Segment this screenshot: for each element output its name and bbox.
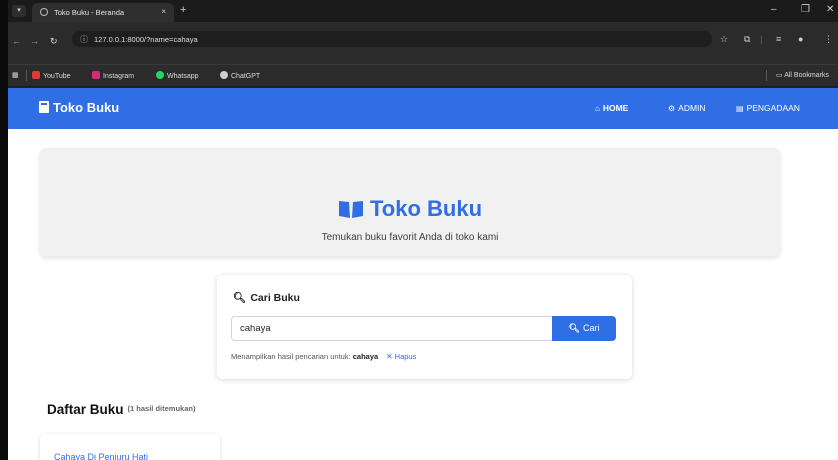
url-text: 127.0.0.1:8000/?name=cahaya <box>94 34 198 44</box>
new-tab-icon[interactable]: + <box>180 4 186 16</box>
youtube-icon <box>32 71 40 79</box>
bookmarks-bar: ▦ YouTube Instagram Whatsapp ChatGPT ▭ A… <box>8 64 838 86</box>
address-bar[interactable]: ⓘ 127.0.0.1:8000/?name=cahaya <box>72 31 712 47</box>
search-icon: 🔍︎ <box>233 292 247 304</box>
nav-admin[interactable]: ⚙ ADMIN <box>668 103 706 113</box>
globe-icon <box>40 8 48 16</box>
book-card[interactable]: Cahaya Di Penjuru Hati <box>40 434 220 460</box>
whatsapp-icon <box>156 71 164 79</box>
tab-title: Toko Buku - Beranda <box>54 8 125 17</box>
bookmark-youtube[interactable]: YouTube <box>32 71 71 80</box>
book-icon <box>39 101 49 113</box>
minimize-icon[interactable]: – <box>771 4 777 15</box>
search-result-info: Menampilkan hasil pencarian untuk: cahay… <box>231 352 417 361</box>
star-icon[interactable]: ☆ <box>720 34 728 45</box>
hero-banner: Toko Buku Temukan buku favorit Anda di t… <box>40 148 780 256</box>
brand-link[interactable]: Toko Buku <box>39 100 119 115</box>
extensions-icon[interactable]: ⧉ <box>744 34 750 45</box>
search-input[interactable] <box>231 316 552 341</box>
hero-subtitle: Temukan buku favorit Anda di toko kami <box>321 232 499 243</box>
all-bookmarks[interactable]: ▭ All Bookmarks <box>776 71 829 79</box>
result-count: (1 hasil ditemukan) <box>127 404 196 413</box>
page-content: Toko Buku Temukan buku favorit Anda di t… <box>8 129 838 460</box>
search-query: cahaya <box>352 352 379 361</box>
menu-icon[interactable]: ⋮ <box>824 34 833 45</box>
close-icon: ✕ <box>386 352 395 361</box>
folder-icon: ▭ <box>776 72 785 79</box>
bookmark-instagram[interactable]: Instagram <box>92 71 134 80</box>
reading-icon[interactable]: ≡ <box>776 34 781 44</box>
book-title-link[interactable]: Cahaya Di Penjuru Hati <box>54 452 148 460</box>
navbar: Toko Buku ⌂ HOME ⚙ ADMIN ▤ PENGADAAN <box>8 88 838 129</box>
tab-search-icon[interactable]: ▾ <box>12 5 26 17</box>
site-info-icon[interactable]: ⓘ <box>80 34 88 45</box>
chatgpt-icon <box>220 71 228 79</box>
search-card: 🔍︎Cari Buku 🔍︎Cari Menampilkan hasil pen… <box>217 275 632 379</box>
search-icon: 🔍︎ <box>568 323 580 333</box>
window-left-edge <box>0 0 8 460</box>
address-bar-row: ← → ↻ ⓘ 127.0.0.1:8000/?name=cahaya ☆ ⧉ … <box>8 22 838 64</box>
reload-icon[interactable]: ↻ <box>50 36 58 47</box>
clear-search-link[interactable]: ✕ Hapus <box>386 352 416 361</box>
open-book-icon <box>338 201 363 218</box>
hero-title: Toko Buku <box>40 196 780 222</box>
search-card-title: 🔍︎ Cari Buku <box>233 292 300 304</box>
apps-icon[interactable]: ▦ <box>12 71 19 79</box>
home-icon: ⌂ <box>595 104 600 113</box>
bookmark-chatgpt[interactable]: ChatGPT <box>220 71 260 80</box>
bookmark-divider <box>26 70 27 81</box>
back-icon[interactable]: ← <box>12 36 21 46</box>
search-button[interactable]: 🔍︎ Cari <box>552 316 616 341</box>
browser-chrome: ▾ Toko Buku - Beranda × + – ❐ ✕ ← → ↻ ⓘ … <box>8 0 838 88</box>
book-list-heading: Daftar Buku (1 hasil ditemukan) <box>47 402 196 417</box>
bookmark-whatsapp[interactable]: Whatsapp <box>156 71 199 80</box>
tab-bar: ▾ Toko Buku - Beranda × + – ❐ ✕ <box>8 0 838 22</box>
tab-close-icon[interactable]: × <box>161 7 166 16</box>
instagram-icon <box>92 71 100 79</box>
nav-pengadaan[interactable]: ▤ PENGADAAN <box>736 103 800 113</box>
close-window-icon[interactable]: ✕ <box>826 4 834 15</box>
gear-icon: ⚙ <box>668 104 676 113</box>
browser-tab[interactable]: Toko Buku - Beranda × <box>32 3 174 22</box>
toolbar-divider: | <box>760 34 763 44</box>
nav-home[interactable]: ⌂ HOME <box>595 103 628 113</box>
forward-icon[interactable]: → <box>30 36 39 46</box>
clipboard-icon: ▤ <box>736 104 744 113</box>
profile-icon[interactable]: ● <box>798 34 803 44</box>
bookmark-divider <box>766 70 767 81</box>
restore-icon[interactable]: ❐ <box>801 4 810 15</box>
